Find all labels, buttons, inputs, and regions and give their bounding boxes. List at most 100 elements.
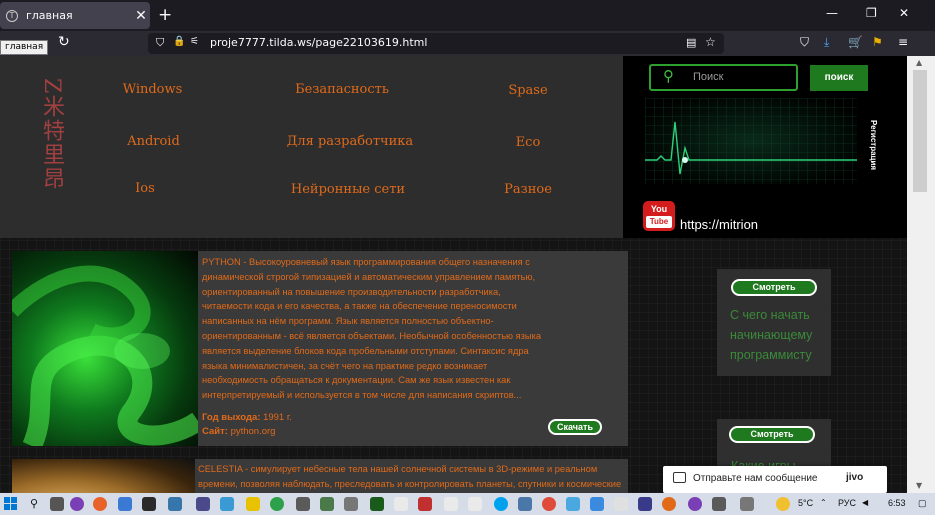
weather-temperature[interactable]: 5°C xyxy=(798,498,813,508)
cart-extension-icon[interactable]: 🛒 xyxy=(848,35,863,49)
downloads-icon[interactable]: ⤓ xyxy=(824,35,829,50)
tray-chevron-icon[interactable]: ⌃ xyxy=(820,498,827,507)
side-video-title[interactable]: С чего начать начинающему программисту xyxy=(730,305,826,365)
notifications-icon[interactable]: ▢ xyxy=(918,498,927,509)
app-icon[interactable] xyxy=(370,497,384,511)
download-button[interactable]: Скачать xyxy=(548,419,602,435)
vk-icon[interactable] xyxy=(518,497,532,511)
menu-item-security[interactable]: Безапасность xyxy=(276,82,408,97)
search-placeholder: Поиск xyxy=(693,71,724,83)
menu-item-android[interactable]: Android xyxy=(111,134,196,149)
site-link[interactable]: python.org xyxy=(231,426,276,437)
restore-button[interactable]: ❐ xyxy=(866,6,877,20)
close-window-button[interactable]: ✕ xyxy=(899,6,909,20)
tab-favicon-icon: T xyxy=(6,9,18,22)
app-icon[interactable] xyxy=(320,497,334,511)
input-language[interactable]: РУС xyxy=(838,498,856,508)
tracking-shield-icon[interactable]: ⛉ xyxy=(156,36,164,50)
header-right-panel: ⚲ Поиск поиск Регистрация You Tube https… xyxy=(623,56,907,238)
firefox-icon[interactable] xyxy=(93,497,107,511)
windows-start-icon[interactable] xyxy=(4,497,18,511)
menu-item-windows[interactable]: Windows xyxy=(110,82,195,97)
file-explorer-icon[interactable] xyxy=(246,497,260,511)
python-snake-image xyxy=(12,251,198,446)
bookmark-star-icon[interactable]: ☆ xyxy=(705,35,716,49)
weather-icon[interactable] xyxy=(776,497,790,511)
youtube-channel-link[interactable]: https://mitrion xyxy=(680,217,758,232)
app-icon[interactable] xyxy=(220,497,234,511)
minimize-button[interactable]: — xyxy=(826,6,838,20)
reload-icon[interactable]: ↻ xyxy=(58,34,70,50)
app-icon[interactable] xyxy=(270,497,284,511)
watch-button[interactable]: Смотреть xyxy=(729,426,815,443)
reader-view-icon[interactable]: ▤ xyxy=(686,36,696,49)
pocket-icon[interactable]: ⛉ xyxy=(800,35,809,50)
article-card-python: PYTHON - Высокоуровневый язык программир… xyxy=(12,251,628,446)
url-text[interactable]: proje7777.tilda.ws/page22103619.html xyxy=(210,36,427,49)
scroll-up-icon[interactable]: ▲ xyxy=(916,58,922,67)
menu-item-developer[interactable]: Для разработчика xyxy=(270,134,430,149)
python-description: PYTHON - Высокоуровневый язык программир… xyxy=(202,257,542,401)
tor-browser-icon[interactable] xyxy=(70,497,84,511)
menu-item-ios[interactable]: Ios xyxy=(110,181,180,196)
menu-item-eco[interactable]: Eco xyxy=(495,135,561,150)
app-icon[interactable] xyxy=(296,497,310,511)
search-input[interactable]: ⚲ Поиск xyxy=(649,64,798,91)
youtube-logo-icon[interactable]: You Tube xyxy=(643,201,675,231)
volume-icon[interactable]: ◀ xyxy=(862,498,868,507)
tab-close-icon[interactable]: ✕ xyxy=(132,8,150,24)
new-tab-button[interactable]: + xyxy=(158,5,172,25)
app-icon[interactable] xyxy=(344,497,358,511)
browser-tab[interactable]: T главная ✕ xyxy=(0,2,150,29)
notepad-icon[interactable] xyxy=(394,497,408,511)
menu-icon[interactable]: ≡ xyxy=(898,35,908,49)
year-value: 1991 г. xyxy=(263,412,292,423)
app-icon[interactable] xyxy=(590,497,604,511)
celestia-description: CELESTIA - симулирует небесные тела наше… xyxy=(198,464,622,489)
scroll-thumb[interactable] xyxy=(913,70,927,192)
chat-widget[interactable]: Отправьте нам сообщение jivo xyxy=(663,466,887,493)
year-label: Год выхода: xyxy=(202,412,261,423)
app-icon[interactable] xyxy=(566,497,580,511)
flag-extension-icon[interactable]: ⚑ xyxy=(872,35,883,49)
menu-item-neural-networks[interactable]: Нейронные сети xyxy=(278,182,418,197)
side-video-card: Смотреть С чего начать начинающему прогр… xyxy=(717,269,831,376)
app-icon[interactable] xyxy=(740,497,754,511)
app-icon[interactable] xyxy=(662,497,676,511)
jivo-logo: jivo xyxy=(846,472,864,483)
web-page: Z米特里昂 Windows Безапасность Spase Android… xyxy=(0,56,907,493)
app-icon[interactable] xyxy=(418,497,432,511)
tab-title: главная xyxy=(26,9,73,22)
scroll-down-icon[interactable]: ▼ xyxy=(916,481,922,490)
menu-item-space[interactable]: Spase xyxy=(495,83,561,98)
lock-icon[interactable]: 🔒 xyxy=(173,36,185,47)
python-icon[interactable] xyxy=(168,497,182,511)
app-icon[interactable] xyxy=(542,497,556,511)
app-icon[interactable] xyxy=(468,497,482,511)
chat-prompt[interactable]: Отправьте нам сообщение xyxy=(693,473,818,484)
registration-link[interactable]: Регистрация xyxy=(869,120,878,170)
celestia-planet-image xyxy=(12,459,195,493)
site-logo[interactable]: Z米特里昂 xyxy=(37,78,67,191)
app-icon[interactable] xyxy=(614,497,628,511)
search-button[interactable]: поиск xyxy=(810,65,868,91)
task-view-icon[interactable] xyxy=(50,497,64,511)
clock[interactable]: 6:53 xyxy=(888,498,906,508)
permissions-icon[interactable]: ⚟ xyxy=(190,36,199,47)
app-icon[interactable] xyxy=(196,497,210,511)
watch-button[interactable]: Смотреть xyxy=(731,279,817,296)
app-icon[interactable] xyxy=(444,497,458,511)
app-icon[interactable] xyxy=(688,497,702,511)
search-icon[interactable]: ⚲ xyxy=(30,497,44,511)
browser-tab-bar: T главная ✕ + — ❐ ✕ xyxy=(0,0,935,31)
heartbeat-animation xyxy=(645,98,857,184)
app-icon[interactable] xyxy=(118,497,132,511)
skype-icon[interactable] xyxy=(494,497,508,511)
menu-item-misc[interactable]: Разное xyxy=(495,182,561,197)
page-scrollbar[interactable]: ▲ ▼ xyxy=(907,56,935,493)
address-bar[interactable]: ⛉ 🔒 ⚟ proje7777.tilda.ws/page22103619.ht… xyxy=(148,33,724,54)
terminal-icon[interactable] xyxy=(142,497,156,511)
app-icon[interactable] xyxy=(638,497,652,511)
app-icon[interactable] xyxy=(712,497,726,511)
youtube-tube-text: Tube xyxy=(646,216,672,228)
